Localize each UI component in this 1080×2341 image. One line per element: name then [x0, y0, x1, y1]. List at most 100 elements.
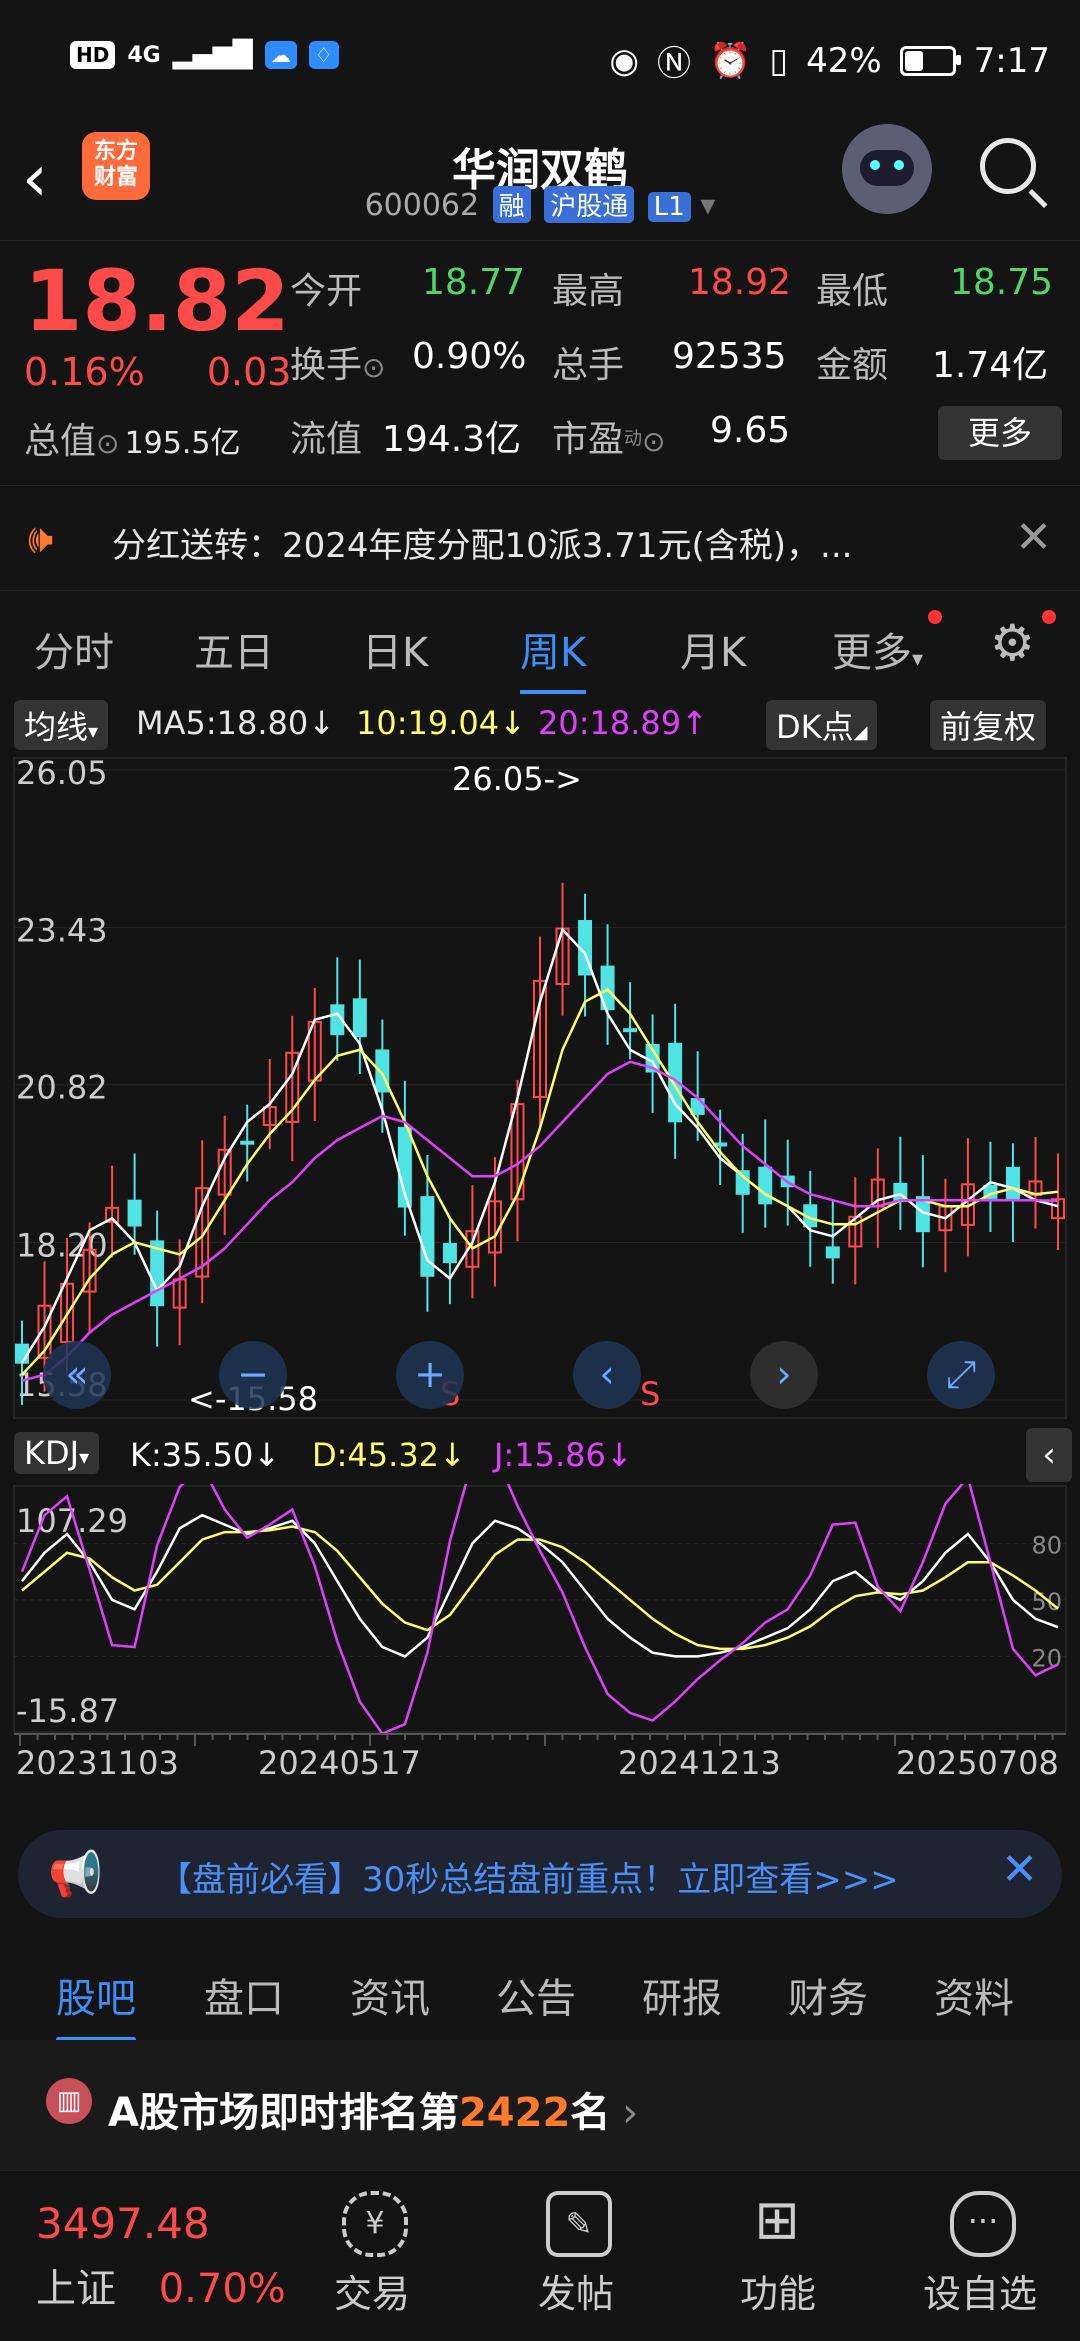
- tab-profile[interactable]: 资料: [934, 1966, 1014, 2024]
- chevron-down-icon: ▾: [700, 188, 716, 223]
- change-amount: 0.03: [206, 350, 292, 394]
- rank-text: A股市场即时排名第2422名 ›: [108, 2090, 639, 2136]
- kdj-line-J: [20, 1484, 1059, 1736]
- tab-weekly-k[interactable]: 周K: [520, 620, 587, 694]
- content-tabs: 股吧 盘口 资讯 公告 研报 财务 资料: [0, 1940, 1080, 2042]
- more-quote-button[interactable]: 更多: [938, 406, 1062, 460]
- volume-value: 92535: [672, 336, 787, 377]
- index-name: 上证: [36, 2266, 116, 2312]
- nav-trade[interactable]: ¥ 交易: [292, 2171, 452, 2341]
- stock-code: 600062: [364, 188, 480, 223]
- candle-body: [127, 1199, 142, 1227]
- battery-percent: 42%: [806, 40, 882, 81]
- speaker-icon: 🕪: [28, 516, 54, 562]
- k-line-chart[interactable]: 26.0523.4320.8218.2015.5826.05-><-15.58S…: [0, 750, 1080, 1430]
- new-dot-icon: [928, 610, 942, 624]
- kdj-right-tick: 20: [1031, 1644, 1062, 1672]
- volume-field: 总手: [552, 345, 625, 386]
- candle-body: [623, 1028, 638, 1033]
- nav-post[interactable]: ✎ 发帖: [496, 2171, 656, 2341]
- change-percent: 0.16%: [24, 350, 145, 394]
- ma5-value: MA5:18.80↓: [136, 704, 336, 742]
- tab-monthly-k[interactable]: 月K: [680, 620, 746, 678]
- tab-pankou[interactable]: 盘口: [204, 1966, 284, 2024]
- robot-assistant-icon[interactable]: [842, 124, 932, 214]
- ma20-value: 20:18.89↑: [538, 704, 708, 742]
- market-rank[interactable]: ▥ A股市场即时排名第2422名 ›: [0, 2040, 1080, 2170]
- tag-margin: 融: [492, 186, 531, 223]
- chart-period-tabs: 分时 五日 日K 周K 月K 更多▾ ⚙: [0, 596, 1080, 694]
- ma-selector[interactable]: 均线▾: [14, 700, 109, 750]
- hd-chip: HD: [70, 41, 116, 69]
- signal-bars-icon: ▂▄▆█: [172, 40, 253, 70]
- index-quote[interactable]: 3497.48 上证 0.70%: [36, 2199, 286, 2314]
- candle-body: [240, 1140, 255, 1145]
- adjust-button[interactable]: 前复权: [930, 700, 1047, 750]
- y-tick-label: 20.82: [16, 1069, 108, 1107]
- low-field: 最低: [816, 271, 889, 312]
- kdj-frame: [13, 1485, 1067, 1733]
- pan-left-icon[interactable]: «: [43, 1341, 111, 1409]
- tab-news[interactable]: 资讯: [350, 1966, 430, 2024]
- tab-guba[interactable]: 股吧: [56, 1966, 136, 2042]
- vibrate-icon: ▯: [769, 40, 789, 81]
- tab-more[interactable]: 更多▾: [832, 620, 923, 678]
- eye-icon: ◉: [609, 40, 639, 81]
- ma10-value: 10:19.04↓: [356, 704, 526, 742]
- y-tick-label: 23.43: [16, 912, 108, 950]
- current-price: 18.82: [24, 252, 290, 350]
- fullscreen-icon[interactable]: ⤢: [927, 1341, 995, 1409]
- battery-icon: [899, 45, 961, 76]
- tab-five-day[interactable]: 五日: [194, 620, 274, 678]
- gear-icon[interactable]: ⚙: [990, 614, 1035, 672]
- signal-4g-icon: 4G: [127, 42, 161, 68]
- amount-value: 1.74亿: [932, 345, 1049, 386]
- float-value: 194.3亿: [382, 419, 522, 460]
- yen-exchange-icon: ¥: [342, 2191, 408, 2257]
- amount-field: 金额: [816, 345, 889, 386]
- next-icon[interactable]: ›: [750, 1341, 818, 1409]
- x-tick-label: 20241213: [618, 1744, 781, 1782]
- tab-daily-k[interactable]: 日K: [362, 620, 428, 678]
- dividend-notice[interactable]: 🕪 分红送转：2024年度分配10派3.71元(含税)，... ✕: [0, 490, 1080, 591]
- clock: 7:17: [973, 40, 1050, 81]
- premarket-banner[interactable]: 📢 【盘前必看】30秒总结盘前重点！立即查看>>> ✕: [18, 1830, 1062, 1918]
- y-tick-label: 26.05: [16, 754, 108, 792]
- zoom-out-icon[interactable]: −: [219, 1341, 287, 1409]
- indicator-selector[interactable]: KDJ▾: [14, 1432, 100, 1474]
- candle-body: [758, 1166, 773, 1205]
- x-tick-label: 20240517: [258, 1744, 421, 1782]
- tag-connect: 沪股通: [544, 186, 635, 223]
- tab-research[interactable]: 研报: [642, 1966, 722, 2024]
- tag-level: L1: [647, 192, 691, 222]
- zoom-in-icon[interactable]: +: [396, 1341, 464, 1409]
- new-dot-icon: [1042, 610, 1056, 624]
- tab-finance[interactable]: 财务: [788, 1966, 868, 2024]
- high-value: 18.92: [688, 262, 792, 303]
- bottom-nav: 3497.48 上证 0.70% ¥ 交易 ✎ 发帖 ⊞ 功能 ··· 设自选: [0, 2170, 1080, 2341]
- x-tick-label: 20231103: [16, 1744, 179, 1782]
- status-bar: HD 4G ▂▄▆█ ☁ ♢ ◉ Ⓝ ⏰ ▯ 42% 7:17: [0, 0, 1080, 120]
- notice-text: 分红送转：2024年度分配10派3.71元(含税)，...: [112, 526, 853, 566]
- total-value: 总值⊙ 195.5亿: [24, 421, 241, 462]
- prev-icon[interactable]: ‹: [573, 1341, 641, 1409]
- rank-chart-icon: ▥: [46, 2078, 92, 2124]
- search-icon[interactable]: [980, 138, 1036, 194]
- tab-announcements[interactable]: 公告: [496, 1966, 576, 2024]
- close-icon[interactable]: ✕: [1015, 512, 1052, 563]
- nfc-icon: Ⓝ: [657, 44, 691, 84]
- chevron-down-icon: ▾: [912, 647, 924, 672]
- dk-point-button[interactable]: DK点◢: [766, 700, 878, 750]
- nav-functions[interactable]: ⊞ 功能: [698, 2171, 858, 2341]
- open-field: 今开: [290, 271, 363, 312]
- control-glyph: ⤢: [946, 1352, 976, 1396]
- close-icon[interactable]: ✕: [1001, 1844, 1038, 1895]
- nav-add-watchlist[interactable]: ··· 设自选: [900, 2171, 1060, 2341]
- tab-intraday[interactable]: 分时: [34, 620, 114, 678]
- kdj-chart[interactable]: 107.29-15.8780502020231103 20240517 202412…: [0, 1484, 1080, 1814]
- collapse-chevron-icon[interactable]: ‹: [1026, 1428, 1072, 1482]
- control-glyph: «: [65, 1352, 88, 1396]
- info-icon: ⊙: [96, 427, 120, 460]
- candle-body: [150, 1240, 165, 1307]
- pe-value: 9.65: [710, 410, 791, 451]
